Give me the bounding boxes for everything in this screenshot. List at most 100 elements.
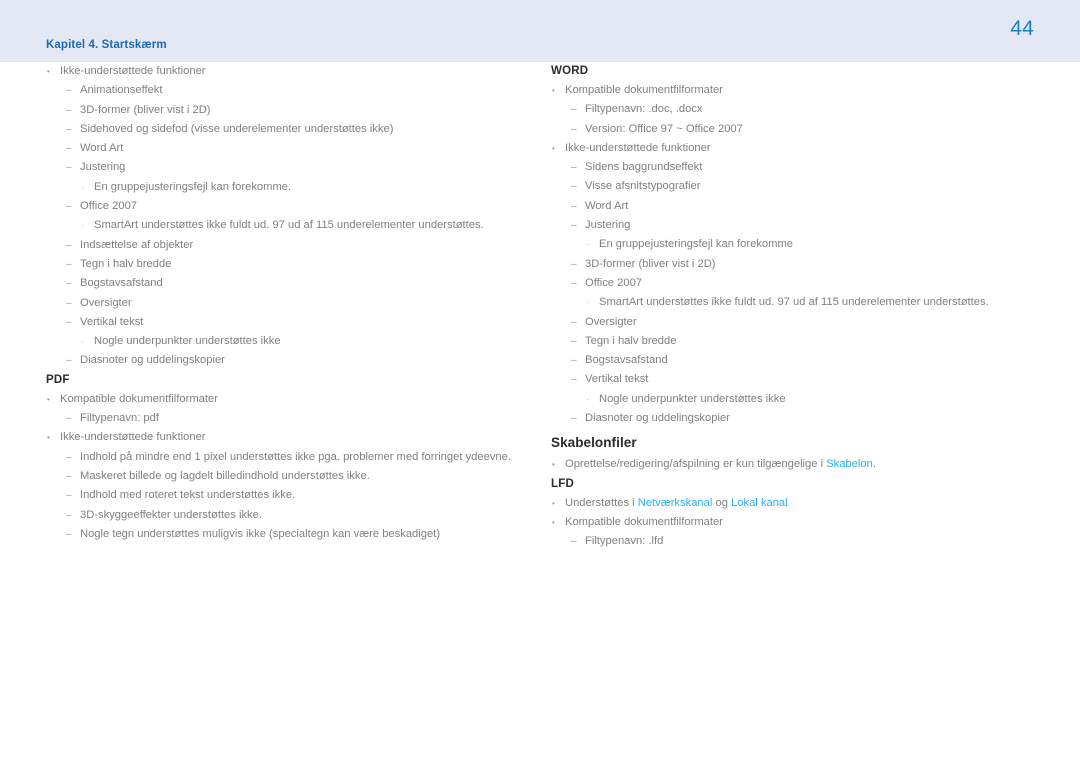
list-item-text: 3D-former (bliver vist i 2D): [80, 103, 211, 116]
bullet-marker-level-1-icon: •: [552, 143, 555, 153]
list-item-level-3: · En gruppejusteringsfejl kan forekomme.: [80, 178, 516, 197]
list-item-level-3: · Nogle underpunkter understøttes ikke: [80, 332, 516, 351]
content-column-left: • Ikke-understøttede funktioner – Animation…: [46, 62, 516, 544]
list-item-level-2: – Office 2007: [571, 274, 1021, 293]
list-item-text: Office 2007: [80, 200, 138, 213]
list-item-text: Tegn i halv bredde: [80, 257, 172, 270]
bullet-marker-level-2-icon: –: [66, 104, 72, 116]
page-number: 44: [1010, 17, 1034, 40]
cross-reference-link-skabelon[interactable]: Skabelon: [826, 458, 873, 470]
feature-list: • Oprettelse/redigering/afspilning er kun…: [551, 455, 1021, 474]
text-run: Understøttes i: [565, 496, 638, 509]
bullet-marker-level-2-icon: –: [66, 201, 72, 213]
bullet-marker-level-1-icon: •: [552, 498, 555, 508]
list-item-text: Filtypenavn: pdf: [80, 412, 159, 425]
list-item-level-2: – Sidens baggrundseffekt: [571, 158, 1021, 177]
bullet-marker-level-3-icon: ·: [81, 181, 84, 192]
bullet-marker-level-2-icon: –: [571, 355, 577, 367]
cross-reference-link-lokal-kanal[interactable]: Lokal kanal: [731, 497, 788, 509]
list-item-level-2: – Tegn i halv bredde: [66, 255, 516, 274]
list-item-level-2: – Indhold på mindre end 1 pixel understøt…: [66, 448, 516, 467]
bullet-marker-level-2-icon: –: [571, 277, 577, 289]
bullet-marker-level-2-icon: –: [571, 181, 577, 193]
bullet-marker-level-3-icon: ·: [586, 393, 589, 404]
list-item-text: Animationseffekt: [80, 84, 163, 97]
list-item-level-2: – Bogstavsafstand: [571, 351, 1021, 370]
list-item-level-2: – Sidehoved og sidefod (visse underelemen…: [66, 120, 516, 139]
list-item-text: Understøttes i Netværkskanal og Lokal ka…: [565, 497, 788, 509]
text-run: .: [872, 458, 876, 471]
bullet-marker-level-2-icon: –: [66, 470, 72, 482]
list-item-level-2: – Version: Office 97 ~ Office 2007: [571, 120, 1021, 139]
list-item-text: En gruppejusteringsfejl kan forekomme: [599, 238, 794, 251]
list-item-level-1: • Kompatible dokumentfilformater: [551, 81, 1021, 100]
list-item-text: Sidehoved og sidefod (visse underelement…: [80, 122, 394, 135]
bullet-marker-level-2-icon: –: [571, 123, 577, 135]
bullet-marker-level-1-icon: •: [47, 394, 50, 404]
feature-list: • Kompatible dokumentfilformater – Filtypen…: [46, 390, 516, 544]
list-item-text: Indhold med roteret tekst understøttes i…: [80, 489, 296, 502]
list-item-level-1: • Ikke-understøttede funktioner: [551, 139, 1021, 158]
list-item-level-2: – Filtypenavn: .doc, .docx: [571, 100, 1021, 119]
bullet-marker-level-2-icon: –: [571, 316, 577, 328]
bullet-marker-level-2-icon: –: [571, 200, 577, 212]
section-heading-pdf: PDF: [46, 373, 70, 386]
bullet-marker-level-2-icon: –: [66, 239, 72, 251]
list-item-text: Word Art: [585, 199, 629, 212]
list-item-text: Ikke-understøttede funktioner: [60, 65, 206, 77]
bullet-marker-level-2-icon: –: [571, 220, 577, 232]
bullet-marker-level-2-icon: –: [66, 316, 72, 328]
page-header-band: Kapitel 4. Startskærm 44: [0, 0, 1080, 62]
bullet-marker-level-2-icon: –: [66, 162, 72, 174]
list-item-level-1: • Understøttes i Netværkskanal og Lokal k…: [551, 494, 1021, 513]
list-item-level-1: • Ikke-understøttede funktioner: [46, 428, 516, 447]
list-item-level-3: · SmartArt understøttes ikke fuldt ud. 97…: [585, 293, 1021, 312]
bullet-marker-level-2-icon: –: [571, 374, 577, 386]
list-item-level-3: · SmartArt understøttes ikke fuldt ud. 97…: [80, 216, 516, 235]
list-item-level-2: – Vertikal tekst: [66, 313, 516, 332]
list-item-text: Visse afsnitstypografier: [585, 180, 701, 193]
bullet-marker-level-1-icon: •: [47, 67, 50, 76]
bullet-marker-level-1-icon: •: [552, 517, 555, 527]
list-item-level-2: – Animationseffekt: [66, 81, 516, 100]
list-item-text: Oversigter: [585, 315, 637, 328]
list-item-level-2: – Word Art: [571, 197, 1021, 216]
text-run: og: [712, 496, 732, 509]
list-item-level-1: • Kompatible dokumentfilformater: [46, 390, 516, 409]
list-item-text: Ikke-understøttede funktioner: [60, 431, 206, 444]
bullet-marker-level-2-icon: –: [571, 335, 577, 347]
section-heading-lfd: LFD: [551, 477, 575, 490]
list-item-level-2: – Justering: [66, 158, 516, 177]
list-item-text: Vertikal tekst: [80, 315, 144, 328]
list-item-level-1: • Oprettelse/redigering/afspilning er kun…: [551, 455, 1021, 474]
feature-list: • Kompatible dokumentfilformater – Filtypen…: [551, 81, 1021, 428]
list-item-text: Kompatible dokumentfilformater: [565, 515, 723, 528]
list-item-level-2: –3D-skyggeeffekter understøttes ikke.: [66, 506, 516, 525]
chapter-breadcrumb: Kapitel 4. Startskærm: [46, 39, 167, 51]
list-item-level-2: – Word Art: [66, 139, 516, 158]
text-run: Oprettelse/redigering/afspilning er kun …: [565, 458, 827, 471]
list-item-level-2: – Indsættelse af objekter: [66, 236, 516, 255]
cross-reference-link-netvaerkskanal[interactable]: Netværkskanal: [638, 497, 713, 509]
bullet-marker-level-2-icon: –: [571, 258, 577, 270]
list-item-level-2: –3D-former (bliver vist i 2D): [66, 101, 516, 120]
bullet-marker-level-2-icon: –: [66, 413, 72, 425]
list-item-text: Sidens baggrundseffekt: [585, 161, 703, 174]
list-item-level-2: – Oversigter: [66, 294, 516, 313]
list-item-text: Nogle underpunkter understøttes ikke: [599, 392, 786, 405]
list-item-text: Filtypenavn: .doc, .docx: [585, 103, 703, 116]
list-item-level-2: – Indhold med roteret tekst understøttes …: [66, 486, 516, 505]
bullet-marker-level-1-icon: •: [552, 460, 555, 470]
bullet-marker-level-2-icon: –: [66, 123, 72, 135]
bullet-marker-level-2-icon: –: [66, 509, 72, 521]
list-item-text: Word Art: [80, 142, 124, 155]
bullet-marker-level-2-icon: –: [66, 258, 72, 270]
list-item-level-2: – Maskeret billede og lagdelt billedindho…: [66, 467, 516, 486]
bullet-marker-level-2-icon: –: [66, 278, 72, 290]
list-item-text: Filtypenavn: .lfd: [585, 535, 664, 548]
list-item-text: 3D-former (bliver vist i 2D): [585, 257, 716, 270]
list-item-text: Bogstavsafstand: [80, 277, 163, 290]
list-item-level-2: – Oversigter: [571, 313, 1021, 332]
list-item-level-2: –3D-former (bliver vist i 2D): [571, 255, 1021, 274]
list-item-level-2: – Office 2007: [66, 197, 516, 216]
